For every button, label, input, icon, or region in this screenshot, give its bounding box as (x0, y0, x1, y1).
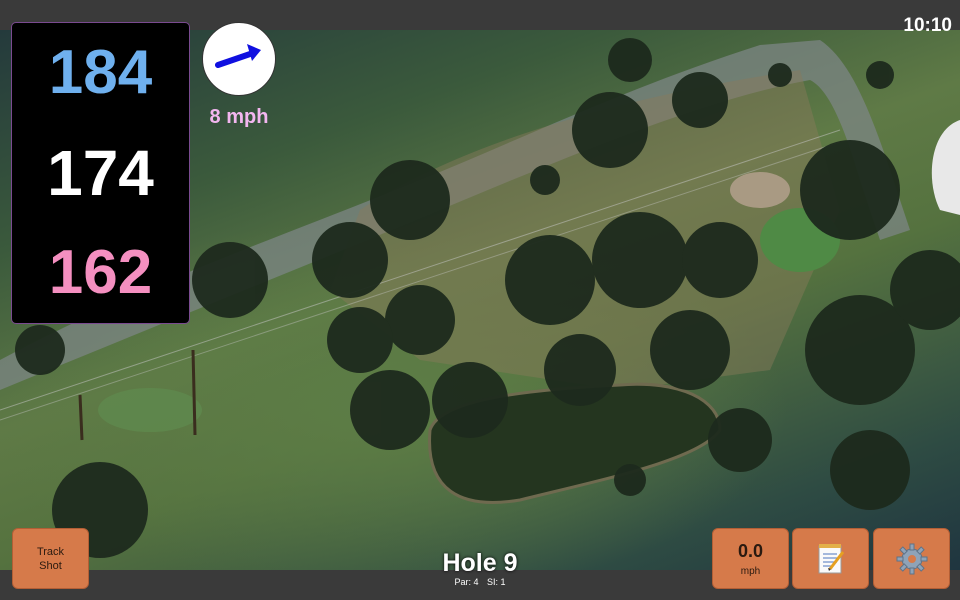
speed-unit: mph (740, 565, 761, 577)
hole-par: Par: 4 (454, 577, 479, 587)
track-shot-button[interactable]: Track Shot (12, 528, 89, 589)
gear-icon (896, 543, 927, 574)
distance-panel: 184 174 162 (11, 22, 190, 324)
speed-value: 0.0 (737, 540, 764, 561)
wind-speed: 8 mph (209, 106, 269, 128)
front-distance: 162 (48, 238, 153, 308)
track-shot-label-line1: Track (36, 545, 65, 558)
notes-button[interactable] (792, 528, 869, 589)
notepad-icon (818, 543, 844, 573)
clock: 10:10 (903, 15, 952, 36)
hole-title: Hole 9 (442, 549, 518, 577)
hole-details: Par: 4 SI: 1 (380, 577, 580, 587)
settings-button[interactable] (873, 528, 950, 589)
wind-direction-arrow-icon (215, 44, 261, 68)
center-distance: 174 (47, 136, 154, 209)
back-distance: 184 (48, 37, 153, 107)
track-shot-label-line2: Shot (39, 559, 62, 572)
wind-indicator (202, 22, 276, 96)
hole-stroke-index: SI: 1 (487, 577, 506, 587)
speed-button[interactable]: 0.0 mph (712, 528, 789, 589)
